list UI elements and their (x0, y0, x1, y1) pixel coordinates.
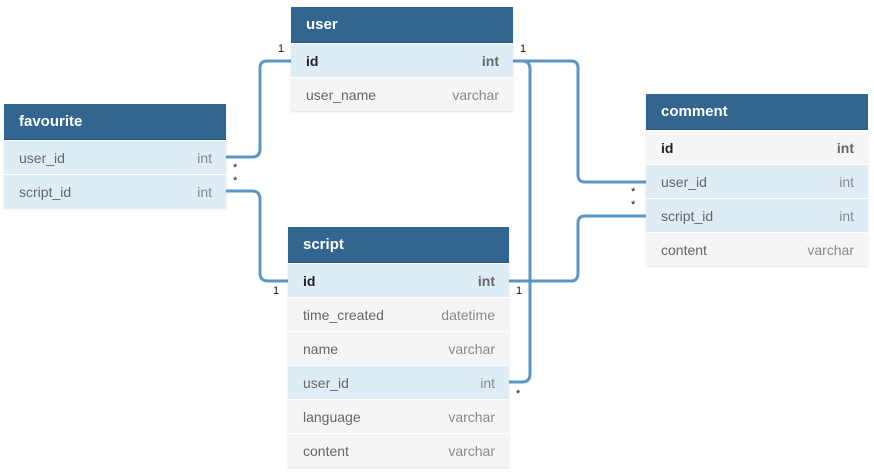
field-name: user_id (19, 150, 65, 166)
table-title: user (291, 7, 513, 43)
field-name: name (303, 341, 339, 357)
field-row[interactable]: name varchar (288, 331, 509, 365)
field-row[interactable]: time_created datetime (288, 297, 509, 331)
field-row[interactable]: id int (646, 130, 868, 164)
field-type: int (477, 273, 495, 289)
field-row[interactable]: user_name varchar (291, 77, 513, 111)
field-row[interactable]: user_id int (4, 140, 226, 174)
cardinality-label: 1 (273, 285, 280, 297)
table-title: script (288, 227, 509, 263)
table-favourite[interactable]: favourite user_id int script_id int (4, 104, 226, 208)
field-type: int (839, 174, 854, 190)
field-row[interactable]: script_id int (646, 198, 868, 232)
field-type: int (481, 53, 499, 69)
field-name: script_id (19, 184, 72, 200)
field-row[interactable]: user_id int (646, 164, 868, 198)
cardinality-label: * (631, 199, 636, 211)
field-name: id (306, 53, 319, 69)
cardinality-label: 1 (278, 43, 285, 55)
table-user[interactable]: user id int user_name varchar (291, 7, 513, 111)
link-favourite-user (226, 59, 291, 159)
field-name: user_name (306, 87, 377, 103)
field-row[interactable]: content varchar (288, 433, 509, 467)
field-name: language (303, 409, 361, 425)
field-type: varchar (448, 443, 495, 459)
link-comment-user (513, 59, 646, 184)
cardinality-label: * (516, 388, 521, 400)
table-title: favourite (4, 104, 226, 140)
field-type: varchar (448, 409, 495, 425)
field-type: datetime (441, 307, 495, 323)
field-name: content (303, 443, 349, 459)
field-name: user_id (303, 375, 349, 391)
cardinality-label: 1 (520, 43, 527, 55)
field-type: int (839, 208, 854, 224)
link-favourite-script (226, 189, 288, 283)
field-name: time_created (303, 307, 384, 323)
field-name: user_id (661, 174, 707, 190)
field-type: int (197, 184, 212, 200)
field-type: int (197, 150, 212, 166)
field-type: varchar (448, 341, 495, 357)
cardinality-label: * (233, 175, 238, 187)
field-type: int (836, 140, 854, 156)
table-title: comment (646, 94, 868, 130)
field-name: id (661, 140, 674, 156)
field-row[interactable]: language varchar (288, 399, 509, 433)
cardinality-label: * (233, 162, 238, 174)
table-comment[interactable]: comment id int user_id int script_id int… (646, 94, 868, 266)
field-row[interactable]: user_id int (288, 365, 509, 399)
cardinality-label: * (631, 186, 636, 198)
field-row[interactable]: script_id int (4, 174, 226, 208)
cardinality-label: 1 (516, 285, 523, 297)
field-type: varchar (452, 87, 499, 103)
field-row[interactable]: content varchar (646, 232, 868, 266)
field-name: script_id (661, 208, 714, 224)
field-row[interactable]: id int (288, 263, 509, 297)
field-type: varchar (807, 242, 854, 258)
field-name: id (303, 273, 316, 289)
field-name: content (661, 242, 707, 258)
table-script[interactable]: script id int time_created datetime name… (288, 227, 509, 467)
field-type: int (480, 375, 495, 391)
field-row[interactable]: id int (291, 43, 513, 77)
